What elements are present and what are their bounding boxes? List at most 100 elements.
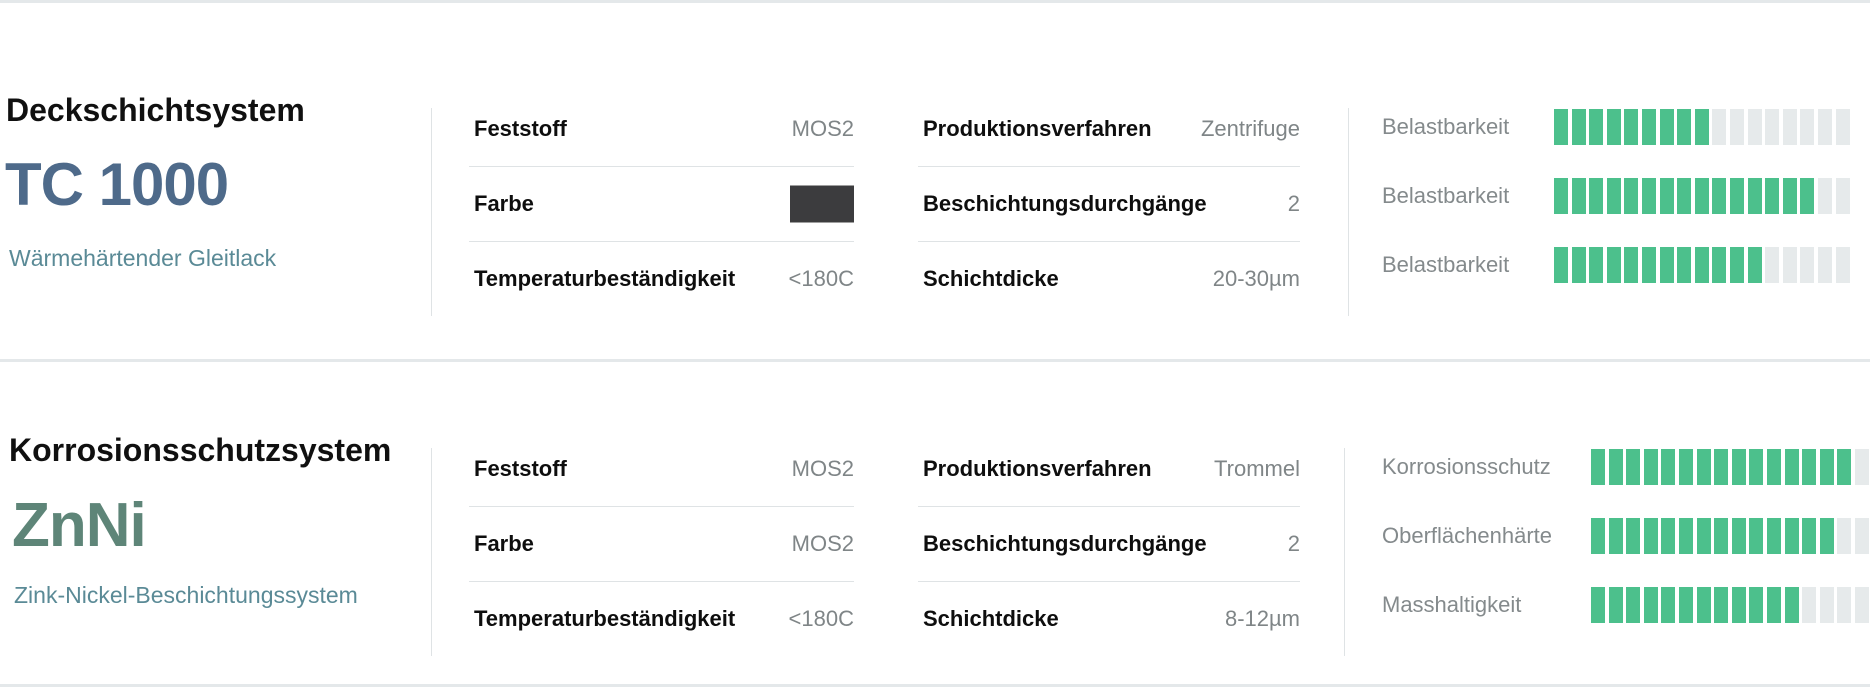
- spec-value: Trommel: [1214, 456, 1300, 481]
- rating-segment-filled: [1589, 246, 1604, 283]
- rating-segment-filled: [1591, 586, 1605, 623]
- rating-segment-filled: [1731, 586, 1746, 623]
- spec-key: Schichtdicke: [923, 266, 1059, 291]
- spec-value: MOS2: [791, 456, 854, 481]
- rating-segment-empty: [1835, 246, 1850, 283]
- spec-key: Temperaturbeständigkeit: [474, 606, 736, 631]
- rating-segment-empty: [1765, 246, 1780, 283]
- rating-segment-empty: [1817, 246, 1832, 283]
- spec-list-left: Feststoff MOS2 Farbe MOS2 Temperaturbest…: [469, 432, 854, 656]
- rating-segment-filled: [1784, 448, 1799, 485]
- rating-list: Korrosionsschutz Oberflächenhärte Massha…: [1382, 432, 1870, 639]
- rating-label: Belastbarkeit: [1382, 251, 1510, 277]
- rating-segment-filled: [1747, 246, 1762, 283]
- spec-row-feststoff: Feststoff MOS2: [469, 92, 854, 167]
- rating-row: Korrosionsschutz: [1382, 432, 1870, 501]
- rating-segment-empty: [1712, 108, 1727, 145]
- column-divider: [431, 448, 432, 656]
- rating-segment-filled: [1678, 586, 1693, 623]
- rating-segment-filled: [1677, 246, 1692, 283]
- spec-key: Temperaturbeständigkeit: [474, 266, 736, 291]
- column-divider: [1348, 108, 1349, 316]
- rating-segment-filled: [1659, 108, 1674, 145]
- rating-segment-empty: [1819, 586, 1834, 623]
- rating-segment-filled: [1624, 108, 1639, 145]
- spec-row-farbe: Farbe MOS2: [469, 507, 854, 582]
- spec-value: 20-30µm: [1212, 266, 1300, 291]
- product-card-znni: Korrosionsschutzsystem ZnNi Zink-Nickel-…: [0, 380, 1870, 700]
- product-identity: Deckschichtsystem TC 1000 Wärmehärtender…: [0, 40, 420, 300]
- rating-segment-filled: [1608, 586, 1623, 623]
- color-swatch: [790, 185, 854, 223]
- top-divider: [0, 0, 1870, 3]
- rating-segment-filled: [1765, 177, 1780, 214]
- rating-segment-filled: [1554, 177, 1568, 214]
- rating-segment-filled: [1694, 246, 1709, 283]
- rating-bar: [1591, 448, 1870, 485]
- rating-segment-filled: [1694, 108, 1709, 145]
- rating-segment-filled: [1696, 448, 1711, 485]
- rating-segment-filled: [1641, 246, 1656, 283]
- rating-segment-filled: [1641, 177, 1656, 214]
- spec-value: <180C: [788, 266, 854, 291]
- rating-segment-filled: [1677, 177, 1692, 214]
- rating-segment-filled: [1554, 108, 1568, 145]
- rating-segment-filled: [1766, 448, 1781, 485]
- rating-list: Belastbarkeit Belastbarkeit Belastbarkei…: [1382, 92, 1870, 299]
- rating-segment-filled: [1749, 448, 1764, 485]
- rating-segment-empty: [1835, 108, 1850, 145]
- rating-segment-filled: [1659, 177, 1674, 214]
- rating-segment-empty: [1854, 586, 1869, 623]
- rating-segment-filled: [1714, 517, 1729, 554]
- rating-segment-filled: [1626, 448, 1641, 485]
- rating-row: Belastbarkeit: [1382, 230, 1870, 299]
- rating-segment-filled: [1661, 517, 1676, 554]
- rating-segment-filled: [1641, 108, 1656, 145]
- spec-value: Zentrifuge: [1200, 116, 1300, 141]
- rating-bar: [1554, 246, 1853, 283]
- spec-row-beschichtungsdurchgaenge: Beschichtungsdurchgänge 2: [918, 507, 1300, 582]
- rating-segment-empty: [1800, 108, 1815, 145]
- rating-segment-empty: [1747, 108, 1762, 145]
- rating-segment-filled: [1589, 177, 1604, 214]
- rating-segment-filled: [1714, 448, 1729, 485]
- rating-bar: [1591, 586, 1870, 623]
- system-label: Korrosionsschutzsystem: [9, 432, 392, 468]
- column-divider: [1344, 448, 1345, 656]
- rating-segment-filled: [1608, 448, 1623, 485]
- spec-row-produktionsverfahren: Produktionsverfahren Trommel: [918, 432, 1300, 507]
- product-identity: Korrosionsschutzsystem ZnNi Zink-Nickel-…: [0, 380, 420, 640]
- rating-segment-empty: [1837, 586, 1852, 623]
- spec-row-produktionsverfahren: Produktionsverfahren Zentrifuge: [918, 92, 1300, 167]
- spec-value: 8-12µm: [1224, 606, 1300, 631]
- rating-segment-filled: [1554, 246, 1568, 283]
- rating-segment-filled: [1661, 448, 1676, 485]
- rating-row: Belastbarkeit: [1382, 161, 1870, 230]
- rating-segment-filled: [1729, 177, 1744, 214]
- spec-value: 2: [1287, 191, 1300, 216]
- rating-segment-empty: [1817, 177, 1832, 214]
- rating-segment-filled: [1678, 517, 1693, 554]
- rating-segment-empty: [1817, 108, 1832, 145]
- spec-key: Beschichtungsdurchgänge: [923, 191, 1207, 216]
- rating-segment-filled: [1608, 517, 1623, 554]
- rating-segment-empty: [1854, 517, 1869, 554]
- rating-segment-filled: [1712, 246, 1727, 283]
- rating-segment-filled: [1643, 448, 1658, 485]
- rating-segment-filled: [1678, 448, 1693, 485]
- rating-segment-filled: [1749, 586, 1764, 623]
- rating-label: Masshaltigkeit: [1382, 591, 1522, 617]
- rating-row: Oberflächenhärte: [1382, 501, 1870, 570]
- rating-segment-filled: [1571, 246, 1586, 283]
- rating-segment-filled: [1626, 517, 1641, 554]
- product-description: Zink-Nickel-Beschichtungssystem: [14, 582, 358, 608]
- spec-row-temperatur: Temperaturbeständigkeit <180C: [469, 582, 854, 656]
- spec-row-temperatur: Temperaturbeständigkeit <180C: [469, 242, 854, 316]
- spec-key: Farbe: [474, 191, 534, 216]
- spec-row-feststoff: Feststoff MOS2: [469, 432, 854, 507]
- product-card-tc1000: Deckschichtsystem TC 1000 Wärmehärtender…: [0, 40, 1870, 360]
- rating-segment-filled: [1606, 108, 1621, 145]
- rating-segment-filled: [1571, 108, 1586, 145]
- rating-segment-filled: [1731, 517, 1746, 554]
- spec-row-schichtdicke: Schichtdicke 8-12µm: [918, 582, 1300, 656]
